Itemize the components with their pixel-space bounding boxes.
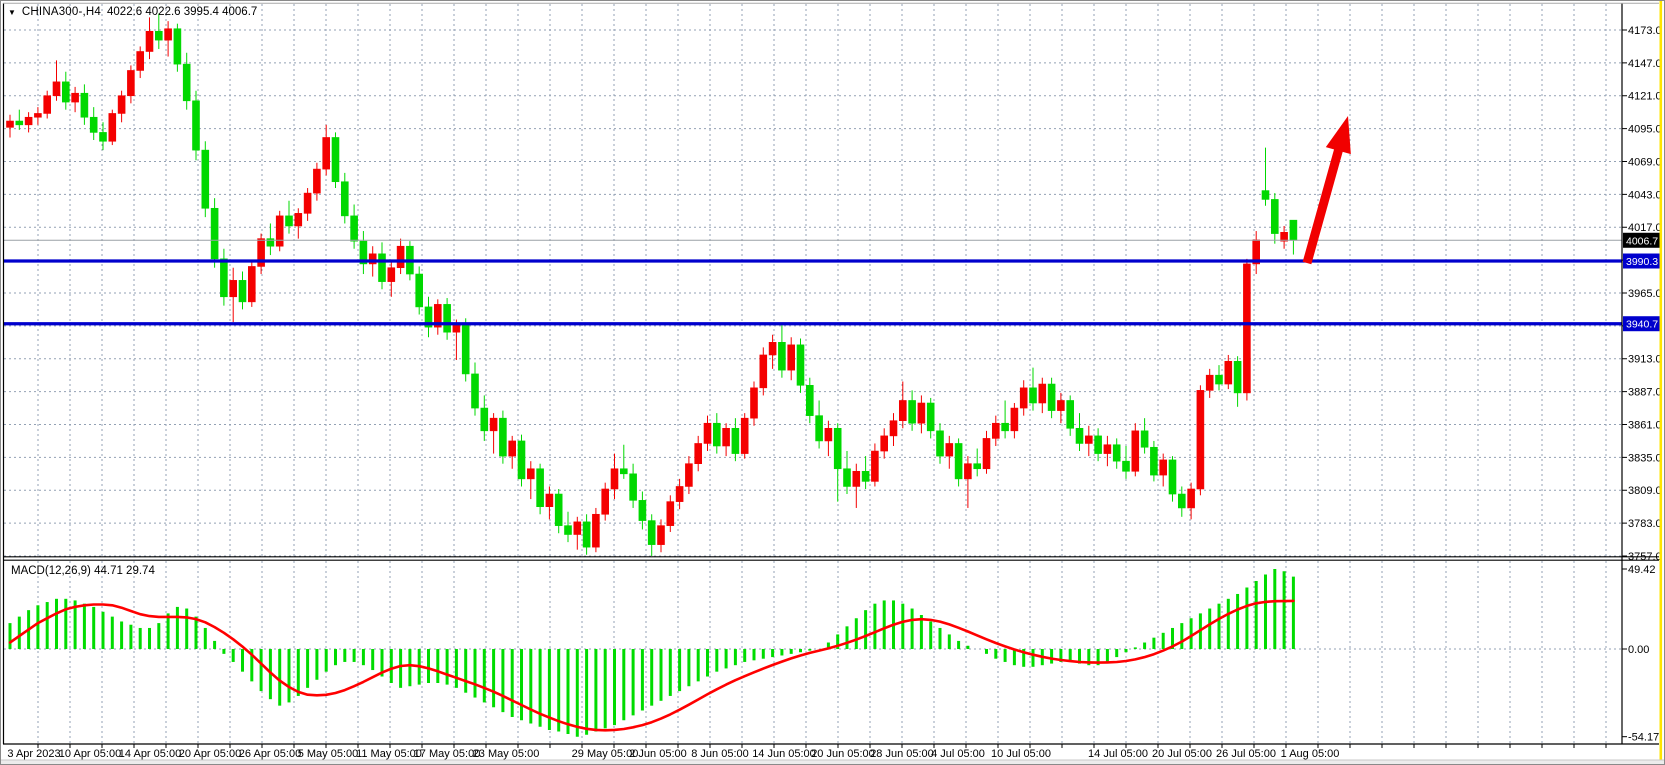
svg-text:49.42: 49.42	[1628, 564, 1656, 576]
macd-indicator-label: MACD(12,26,9) 44.71 29.74	[11, 565, 155, 577]
svg-text:20 Jun 05:00: 20 Jun 05:00	[811, 748, 875, 760]
svg-text:3965.0: 3965.0	[1628, 288, 1662, 300]
level-price-badge-lower: 3940.7	[1623, 316, 1660, 331]
svg-text:14 Apr 05:00: 14 Apr 05:00	[119, 748, 181, 760]
svg-text:20 Apr 05:00: 20 Apr 05:00	[179, 748, 241, 760]
svg-text:3913.0: 3913.0	[1628, 354, 1662, 366]
svg-text:17 May 05:00: 17 May 05:00	[414, 748, 481, 760]
svg-text:3990.3: 3990.3	[1626, 256, 1658, 268]
svg-text:0.00: 0.00	[1628, 644, 1649, 656]
svg-text:20 Jul 05:00: 20 Jul 05:00	[1152, 748, 1212, 760]
svg-text:10 Jul 05:00: 10 Jul 05:00	[991, 748, 1051, 760]
svg-text:4043.0: 4043.0	[1628, 189, 1662, 201]
chart-title-bar: ▼ CHINA300-,H4 4022.6 4022.6 3995.4 4006…	[8, 6, 257, 18]
symbol-dropdown-icon[interactable]: ▼	[8, 8, 16, 17]
svg-text:4173.0: 4173.0	[1628, 25, 1662, 37]
symbol-period-label: CHINA300-,H4	[22, 6, 101, 18]
svg-text:3887.0: 3887.0	[1628, 387, 1662, 399]
svg-text:4147.0: 4147.0	[1628, 58, 1662, 70]
svg-text:2 Jun 05:00: 2 Jun 05:00	[629, 748, 687, 760]
current-price-badge: 4006.7	[1623, 233, 1660, 248]
svg-text:-54.17: -54.17	[1628, 732, 1659, 744]
svg-text:11 May 05:00: 11 May 05:00	[356, 748, 422, 760]
svg-text:3940.7: 3940.7	[1626, 319, 1658, 331]
svg-text:1 Aug 05:00: 1 Aug 05:00	[1281, 748, 1340, 760]
level-price-badge-upper: 3990.3	[1623, 254, 1660, 269]
svg-text:3835.0: 3835.0	[1628, 452, 1662, 464]
svg-text:5 May 05:00: 5 May 05:00	[298, 748, 359, 760]
svg-text:3861.0: 3861.0	[1628, 419, 1662, 431]
right-accent-strip	[1660, 1, 1663, 765]
svg-text:10 Apr 05:00: 10 Apr 05:00	[59, 748, 121, 760]
svg-text:4069.0: 4069.0	[1628, 156, 1662, 168]
svg-text:14 Jul 05:00: 14 Jul 05:00	[1088, 748, 1148, 760]
svg-text:4017.0: 4017.0	[1628, 222, 1662, 234]
chart-window: 4173.0 4147.0 4121.0 4095.0 4069.0 4043.0 4017…	[0, 0, 1665, 765]
svg-text:3757.0: 3757.0	[1628, 551, 1662, 563]
svg-text:26 Apr 05:00: 26 Apr 05:00	[239, 748, 301, 760]
ohlc-readout: 4022.6 4022.6 3995.4 4006.7	[107, 6, 257, 18]
svg-text:28 Jun 05:00: 28 Jun 05:00	[870, 748, 934, 760]
trading-chart-canvas[interactable]: 4173.0 4147.0 4121.0 4095.0 4069.0 4043.0 4017…	[1, 1, 1665, 765]
svg-text:4006.7: 4006.7	[1626, 235, 1658, 247]
bottom-scroll-strip[interactable]	[1, 760, 1665, 765]
svg-text:4 Jul 05:00: 4 Jul 05:00	[931, 748, 985, 760]
svg-text:14 Jun 05:00: 14 Jun 05:00	[752, 748, 816, 760]
svg-text:3783.0: 3783.0	[1628, 518, 1662, 530]
svg-text:8 Jun 05:00: 8 Jun 05:00	[691, 748, 749, 760]
svg-text:3 Apr 2023: 3 Apr 2023	[7, 748, 60, 760]
svg-text:23 May 05:00: 23 May 05:00	[473, 748, 540, 760]
svg-text:26 Jul 05:00: 26 Jul 05:00	[1216, 748, 1276, 760]
svg-text:4095.0: 4095.0	[1628, 124, 1662, 136]
svg-text:3809.0: 3809.0	[1628, 485, 1662, 497]
svg-text:4121.0: 4121.0	[1628, 91, 1662, 103]
